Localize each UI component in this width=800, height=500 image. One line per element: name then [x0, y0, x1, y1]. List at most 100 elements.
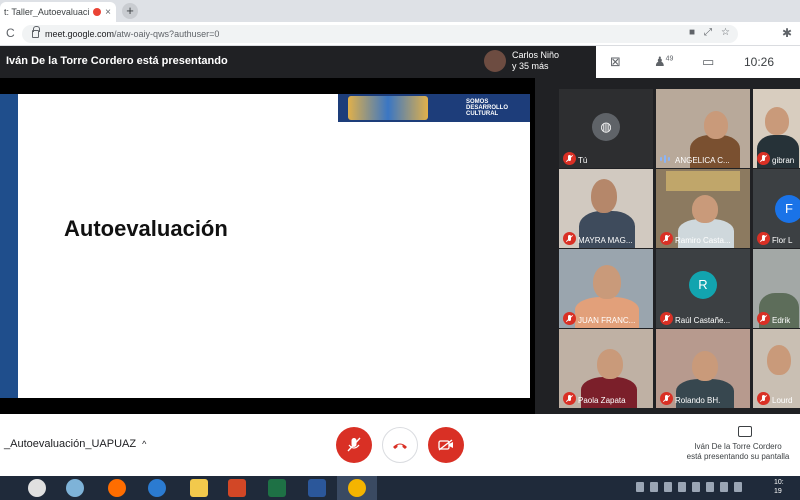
tray-icon[interactable]: [650, 482, 658, 492]
slide-side-bar: [0, 94, 18, 398]
mic-off-icon: [757, 392, 770, 405]
meeting-name-text: _Autoevaluación_UAPUAZ: [4, 438, 137, 450]
avatar: F: [775, 195, 800, 223]
tray-icon[interactable]: [692, 482, 700, 492]
chevron-up-icon: ^: [142, 439, 147, 449]
layout-icon[interactable]: ⊠: [610, 54, 621, 70]
participant-tile[interactable]: ◍ Tú: [559, 89, 653, 168]
participant-name: gibran: [772, 156, 795, 165]
speaking-icon: [660, 154, 673, 164]
mic-off-icon: [347, 437, 361, 452]
mic-off-icon: [563, 152, 576, 165]
camera-toggle-button[interactable]: [428, 427, 464, 463]
excel-icon[interactable]: [268, 479, 286, 497]
bookmark-star-icon[interactable]: ☆: [721, 27, 730, 38]
participant-tile[interactable]: Ramiro Casta...: [656, 169, 750, 248]
people-icon[interactable]: ♟49: [654, 54, 673, 70]
file-explorer-icon[interactable]: [190, 479, 208, 497]
mic-off-icon: [757, 312, 770, 325]
meet-top-actions: ⊠ ♟49 ▭ 10:26: [596, 46, 800, 78]
chat-icon[interactable]: ▭: [702, 54, 714, 70]
avatar: R: [689, 271, 717, 299]
chrome-icon[interactable]: [348, 479, 366, 497]
banner-line: CULTURAL: [466, 111, 499, 117]
camera-indicator-icon[interactable]: ■: [689, 27, 695, 38]
avatar: [484, 50, 506, 72]
mic-off-icon: [660, 312, 673, 325]
people-chip[interactable]: Carlos Niño y 35 más: [484, 50, 559, 72]
browser-tab-strip: t: Taller_Autoevaluación × +: [0, 0, 800, 22]
tray-icon[interactable]: [734, 482, 742, 492]
slide-banner: SOMOS DESARROLLO CULTURAL: [338, 94, 530, 122]
slide: SOMOS DESARROLLO CULTURAL Autoevaluación: [0, 94, 530, 398]
participant-name: ANGELICA C...: [675, 156, 730, 165]
participant-tile[interactable]: Lourd: [753, 329, 800, 408]
system-tray: [636, 482, 742, 492]
new-tab-button[interactable]: +: [122, 3, 138, 19]
meeting-name[interactable]: _Autoevaluación_UAPUAZ ^: [4, 438, 146, 450]
taskbar-clock[interactable]: 10: 19: [774, 478, 784, 496]
reload-icon[interactable]: C: [6, 26, 15, 40]
participant-tile[interactable]: Paola Zapata: [559, 329, 653, 408]
participant-tile[interactable]: Edrik: [753, 249, 800, 328]
firefox-icon[interactable]: [108, 479, 126, 497]
participant-name: Raúl Castañe...: [675, 316, 731, 325]
mic-off-icon: [563, 232, 576, 245]
clock: 10:26: [744, 55, 775, 69]
participant-tile[interactable]: F Flor L: [753, 169, 800, 248]
tray-icon[interactable]: [636, 482, 644, 492]
tray-icon[interactable]: [678, 482, 686, 492]
participant-tile[interactable]: ANGELICA C...: [656, 89, 750, 168]
taskbar: 10: 19: [0, 476, 800, 500]
participant-tile[interactable]: gibran: [753, 89, 800, 168]
participant-name: Paola Zapata: [578, 396, 626, 405]
participant-name: Flor L: [772, 236, 793, 245]
tray-icon[interactable]: [706, 482, 714, 492]
hang-up-icon: [393, 443, 407, 449]
participant-name: Rolando BH.: [675, 396, 721, 405]
participant-name: MAYRA MAG...: [578, 236, 633, 245]
participant-tile[interactable]: MAYRA MAG...: [559, 169, 653, 248]
participant-name: Ramiro Casta...: [675, 236, 731, 245]
download-app-icon[interactable]: [28, 479, 46, 497]
slide-title: Autoevaluación: [64, 216, 228, 241]
presenting-status[interactable]: Iván De la Torre Cordero está presentand…: [676, 442, 800, 462]
tab-close-icon[interactable]: ×: [105, 7, 111, 18]
taskbar-time: 10:: [774, 479, 784, 486]
presenting-line: Iván De la Torre Cordero: [694, 442, 782, 451]
edge-icon[interactable]: [148, 479, 166, 497]
participant-tile[interactable]: Rolando BH.: [656, 329, 750, 408]
mic-off-icon: [660, 392, 673, 405]
presenter-title: Iván De la Torre Cordero está presentand…: [6, 55, 228, 67]
mic-off-icon: [757, 232, 770, 245]
participants-count: 49: [665, 55, 674, 63]
powerpoint-icon[interactable]: [228, 479, 246, 497]
participant-name: Lourd: [772, 396, 793, 405]
avatar: ◍: [592, 113, 620, 141]
url-domain: meet.google.com: [45, 29, 115, 39]
participant-grid: ◍ Tú ANGELICA C... gibran MAYRA MAG... R…: [559, 89, 800, 410]
participant-tile[interactable]: JUAN FRANC...: [559, 249, 653, 328]
browser-tab[interactable]: t: Taller_Autoevaluación ×: [0, 2, 116, 22]
word-icon[interactable]: [308, 479, 326, 497]
participant-name: Edrik: [772, 316, 791, 325]
mic-toggle-button[interactable]: [336, 427, 372, 463]
leave-call-button[interactable]: [382, 427, 418, 463]
tray-icon[interactable]: [720, 482, 728, 492]
present-screen-icon[interactable]: [738, 426, 752, 437]
extensions-icon[interactable]: ✱: [782, 26, 792, 40]
presenting-line: está presentando su pantalla: [686, 452, 790, 461]
address-bar: C meet.google.com/atw-oaiy-qws?authuser=…: [0, 22, 800, 46]
share-icon[interactable]: ⤢: [704, 27, 712, 38]
tray-icon[interactable]: [664, 482, 672, 492]
mic-off-icon: [563, 312, 576, 325]
mic-off-icon: [563, 392, 576, 405]
taskbar-date: 19: [774, 488, 782, 495]
url-input[interactable]: meet.google.com/atw-oaiy-qws?authuser=0 …: [22, 25, 738, 43]
participant-tile[interactable]: R Raúl Castañe...: [656, 249, 750, 328]
chip-more: y 35 más: [512, 61, 549, 71]
mic-off-icon: [660, 232, 673, 245]
paint-app-icon[interactable]: [66, 479, 84, 497]
meet-controls-bar: _Autoevaluación_UAPUAZ ^ Iván De la Torre…: [0, 414, 800, 476]
presentation-area: SOMOS DESARROLLO CULTURAL Autoevaluación: [0, 78, 535, 414]
